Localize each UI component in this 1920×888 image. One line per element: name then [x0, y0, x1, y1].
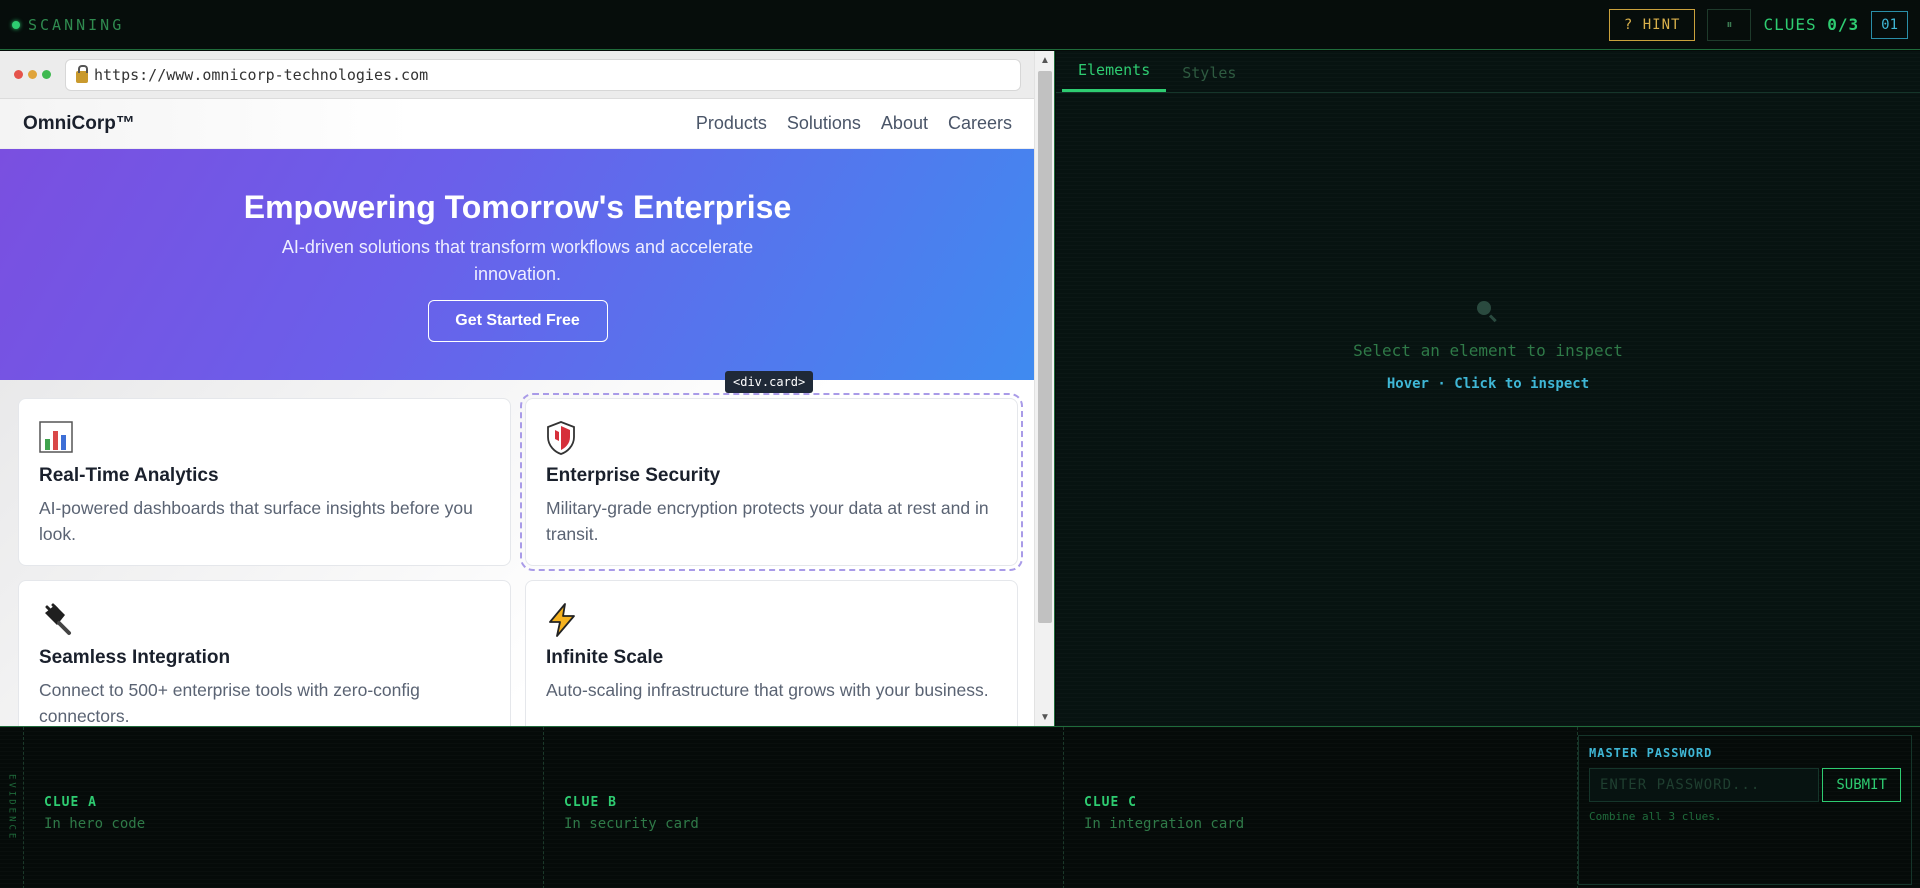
submit-button[interactable]: SUBMIT [1822, 768, 1901, 802]
scroll-thumb[interactable] [1038, 71, 1052, 623]
clue-title: CLUE C [1084, 795, 1137, 810]
clue-slot-b: CLUE B In security card [544, 727, 1064, 888]
card-title: Seamless Integration [39, 647, 231, 668]
plug-icon [39, 603, 490, 637]
password-row: SUBMIT [1589, 768, 1901, 802]
devtools-panel: Elements Styles Select an element to ins… [1056, 51, 1920, 726]
get-started-button[interactable]: Get Started Free [427, 300, 608, 342]
card-text: Connect to 500+ enterprise tools with ze… [39, 680, 420, 726]
password-panel: MASTER PASSWORD SUBMIT Combine all 3 clu… [1578, 735, 1912, 885]
close-window-icon[interactable] [14, 70, 23, 79]
lock-icon [76, 64, 88, 83]
hero-section[interactable]: Empowering Tomorrow's Enterprise AI-driv… [0, 149, 1035, 380]
password-input[interactable] [1589, 768, 1820, 802]
site-logo[interactable]: OmniCorp™ [23, 113, 135, 135]
scroll-down-icon[interactable]: ▼ [1035, 708, 1054, 726]
card-text: Auto-scaling infrastructure that grows w… [546, 680, 989, 700]
hint-button[interactable]: ? HINT [1608, 8, 1696, 41]
chart-icon [39, 421, 490, 455]
feature-grid: <div.card> Real-Time Analytics AI-powere… [0, 371, 1035, 726]
inspector-empty-state: Select an element to inspect Hover · Cli… [1056, 301, 1920, 392]
empty-state-hint: Hover · Click to inspect [1386, 376, 1590, 392]
window-controls [14, 70, 51, 79]
magnifier-icon [1477, 301, 1499, 323]
feature-card-scale[interactable]: Infinite Scale Auto-scaling infrastructu… [525, 580, 1018, 726]
clues-count: 0/3 [1827, 15, 1860, 34]
password-help: Combine all 3 clues. [1589, 810, 1722, 823]
nav-link-solutions[interactable]: Solutions [787, 113, 861, 134]
clue-slot-a: CLUE A In hero code [24, 727, 544, 888]
clue-slot-c: CLUE C In integration card [1064, 727, 1578, 888]
inspect-tag-label: <div.card> [725, 371, 814, 393]
status-dot-icon [12, 20, 20, 29]
tab-styles[interactable]: Styles [1166, 64, 1252, 92]
top-bar: SCANNING ? HINT ⏸ CLUES 0/3 01 [0, 0, 1920, 50]
clue-title: CLUE B [564, 795, 617, 810]
browser-scrollbar[interactable]: ▲ ▼ [1034, 51, 1054, 726]
card-title: Infinite Scale [546, 647, 664, 668]
card-text: Military-grade encryption protects your … [546, 498, 989, 544]
clue-text: In security card [564, 816, 699, 832]
pause-button[interactable]: ⏸ [1707, 8, 1752, 41]
hero-subtitle: AI-driven solutions that transform workf… [281, 237, 754, 284]
browser-chrome: https://www.omnicorp-technologies.com [0, 51, 1035, 99]
card-title: Enterprise Security [546, 465, 721, 486]
clue-text: In integration card [1084, 816, 1245, 832]
nav-link-careers[interactable]: Careers [948, 113, 1012, 134]
card-title: Real-Time Analytics [39, 465, 219, 486]
empty-state-title: Select an element to inspect [1353, 341, 1623, 360]
scroll-up-icon[interactable]: ▲ [1035, 51, 1054, 69]
tab-elements[interactable]: Elements [1062, 61, 1167, 92]
evidence-label: EVIDENCE [0, 727, 24, 888]
nav-link-products[interactable]: Products [696, 113, 767, 134]
shield-icon [546, 421, 997, 455]
lightning-icon [546, 603, 997, 637]
password-title: MASTER PASSWORD [1589, 746, 1713, 760]
clues-counter: CLUES 0/3 [1763, 15, 1859, 34]
url-text: https://www.omnicorp-technologies.com [94, 65, 429, 84]
scan-status: SCANNING [12, 16, 124, 34]
site-header: OmniCorp™ Products Solutions About Caree… [0, 99, 1035, 149]
nav-link-about[interactable]: About [881, 113, 928, 134]
browser-window: https://www.omnicorp-technologies.com Om… [0, 51, 1055, 726]
devtools-tabs: Elements Styles [1056, 51, 1920, 93]
address-bar[interactable]: https://www.omnicorp-technologies.com [65, 58, 1021, 91]
clue-text: In hero code [44, 816, 146, 832]
timer-badge: 01 [1871, 10, 1908, 39]
feature-card-analytics[interactable]: Real-Time Analytics AI-powered dashboard… [18, 398, 511, 566]
status-label: SCANNING [28, 15, 125, 34]
feature-card-integration[interactable]: Seamless Integration Connect to 500+ ent… [18, 580, 511, 726]
feature-card-security[interactable]: Enterprise Security Military-grade encry… [520, 393, 1023, 571]
minimize-window-icon[interactable] [28, 70, 37, 79]
clues-prefix: CLUES [1763, 15, 1828, 34]
hero-title: Empowering Tomorrow's Enterprise [243, 189, 792, 225]
card-text: AI-powered dashboards that surface insig… [39, 498, 473, 544]
evidence-bar: EVIDENCE CLUE A In hero code CLUE B In s… [0, 726, 1920, 888]
site-nav: Products Solutions About Careers [696, 113, 1012, 134]
clue-title: CLUE A [44, 795, 97, 810]
evidence-label-text: EVIDENCE [6, 774, 17, 842]
maximize-window-icon[interactable] [42, 70, 51, 79]
top-controls: ? HINT ⏸ CLUES 0/3 01 [1608, 8, 1908, 41]
